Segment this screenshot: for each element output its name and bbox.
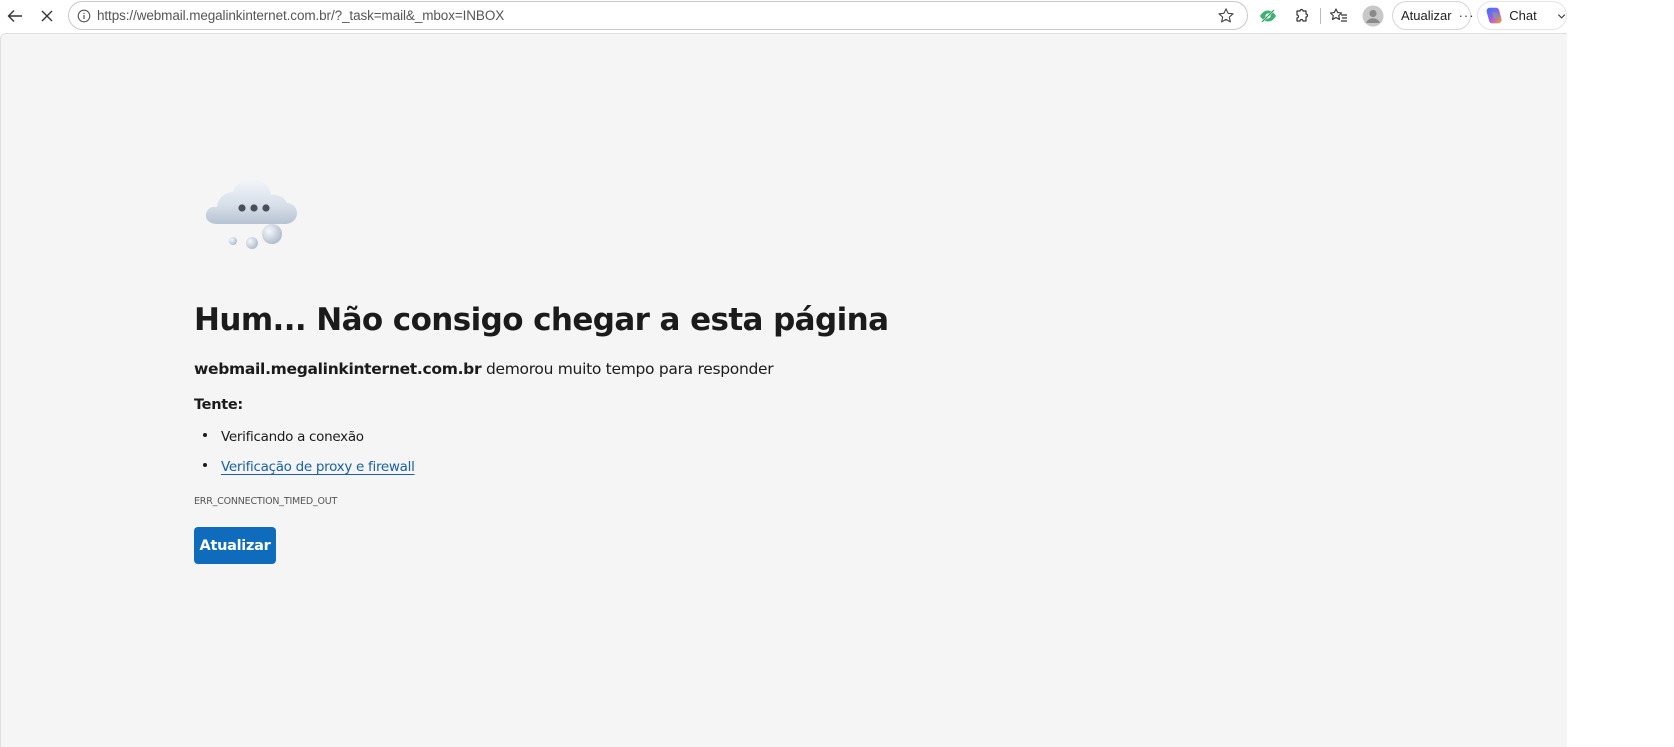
browser-toolbar: https://webmail.megalinkinternet.com.br/… xyxy=(0,0,1674,32)
cloud-icon xyxy=(205,178,297,249)
avatar-icon xyxy=(1362,5,1384,27)
error-code: ERR_CONNECTION_TIMED_OUT xyxy=(194,496,338,507)
suggestion-check-connection: Verificando a conexão xyxy=(221,429,364,445)
try-label: Tente: xyxy=(194,397,243,413)
suggestion-item: Verificando a conexão xyxy=(203,429,364,445)
proxy-firewall-link[interactable]: Verificação de proxy e firewall xyxy=(221,459,415,475)
eye-off-icon xyxy=(1260,9,1276,23)
address-bar[interactable]: https://webmail.megalinkinternet.com.br/… xyxy=(68,1,1248,30)
suggestion-item: Verificação de proxy e firewall xyxy=(203,459,415,475)
stop-loading-button[interactable] xyxy=(34,3,60,29)
page-title: Hum... Não consigo chegar a esta página xyxy=(194,302,889,338)
bullet-icon xyxy=(203,463,207,467)
extensions-button[interactable] xyxy=(1288,3,1314,29)
url-text[interactable]: https://webmail.megalinkinternet.com.br/… xyxy=(97,8,504,23)
side-panel-gutter xyxy=(1567,33,1674,747)
favorites-icon xyxy=(1329,8,1347,22)
reload-button[interactable]: Atualizar xyxy=(194,527,276,564)
info-icon[interactable] xyxy=(77,9,91,23)
profile-button[interactable] xyxy=(1360,3,1386,29)
update-browser-button[interactable]: Atualizar ··· xyxy=(1392,1,1474,30)
copilot-icon xyxy=(1486,7,1502,23)
update-browser-label: Atualizar xyxy=(1401,8,1452,23)
chat-label: Chat xyxy=(1509,8,1537,23)
chevron-down-icon xyxy=(1557,13,1566,19)
error-description: webmail.megalinkinternet.com.br demorou … xyxy=(194,360,774,378)
back-button[interactable] xyxy=(2,3,28,29)
host-name: webmail.megalinkinternet.com.br xyxy=(194,360,482,378)
error-page xyxy=(0,33,1567,747)
timeout-message: demorou muito tempo para responder xyxy=(481,360,774,378)
favorites-button[interactable] xyxy=(1326,3,1352,29)
more-options-icon: ··· xyxy=(1458,8,1475,23)
tracking-prevention-button[interactable] xyxy=(1255,3,1281,29)
bullet-icon xyxy=(203,433,207,437)
arrow-left-icon xyxy=(7,10,22,22)
toolbar-divider xyxy=(1320,8,1321,24)
close-icon xyxy=(41,10,53,22)
copilot-chat-button[interactable]: Chat xyxy=(1477,1,1567,30)
star-icon[interactable] xyxy=(1217,7,1235,25)
puzzle-icon xyxy=(1296,8,1309,22)
